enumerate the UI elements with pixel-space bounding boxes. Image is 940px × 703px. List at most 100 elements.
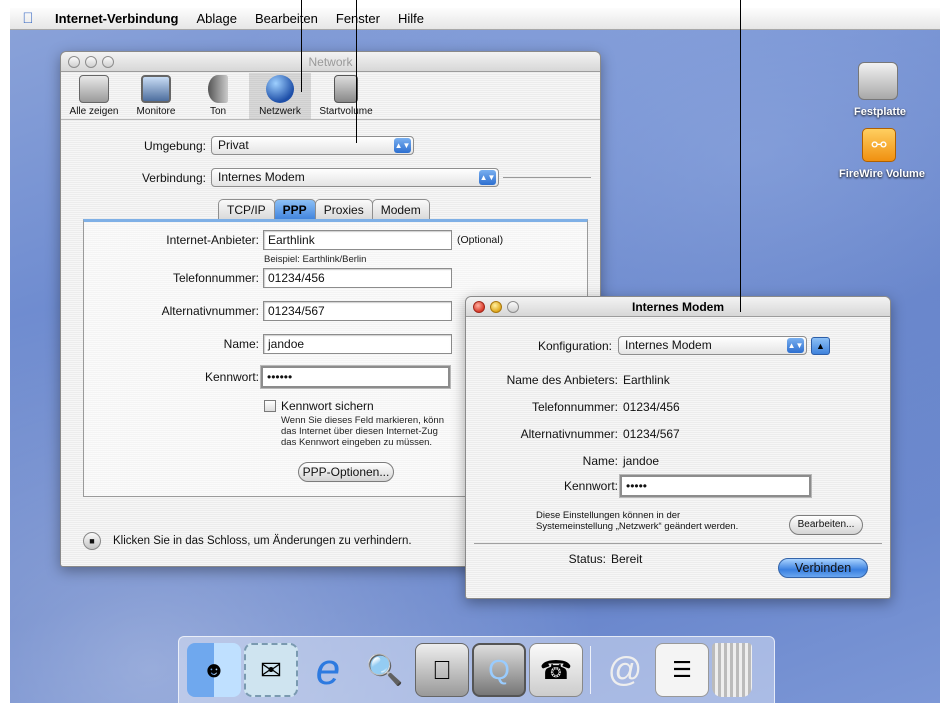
quicktime-icon[interactable]: Q — [472, 643, 526, 697]
provider-label: Internet-Anbieter: — [166, 233, 259, 247]
help-line: das Internet über diesen Internet-Zug — [281, 426, 438, 437]
ppp-options-button[interactable]: PPP-Optionen... — [298, 462, 394, 482]
tab-ppp[interactable]: PPP — [273, 199, 316, 220]
dock: ☻ ✉ e 🔍  Q ☎ @ ☰ — [178, 636, 775, 703]
sherlock-icon[interactable]: 🔍 — [358, 643, 412, 697]
modem-window-title: Internes Modem — [631, 300, 724, 314]
menu-bar:  Internet-Verbindung Ablage Bearbeiten … — [10, 8, 940, 30]
menu-bearbeiten[interactable]: Bearbeiten — [246, 11, 327, 26]
provider-example: Beispiel: Earthlink/Berlin — [264, 254, 367, 265]
note-line: Systemeinstellung „Netzwerk“ geändert we… — [536, 521, 739, 532]
finder-icon[interactable]: ☻ — [187, 643, 241, 697]
modem-provider-value: Earthlink — [623, 373, 670, 387]
apple-menu-icon[interactable]:  — [10, 10, 46, 27]
password-label: Kennwort: — [204, 370, 259, 384]
menu-ablage[interactable]: Ablage — [188, 11, 246, 26]
trash-icon[interactable] — [712, 643, 752, 697]
modem-phone-label: Telefonnummer: — [531, 400, 618, 414]
lock-text: Klicken Sie in das Schloss, um Änderunge… — [113, 535, 412, 547]
edit-button[interactable]: Bearbeiten... — [789, 515, 863, 535]
umgebung-select[interactable]: Privat ▲▼ — [211, 136, 414, 155]
internet-explorer-icon[interactable]: e — [301, 643, 355, 697]
phone-input[interactable]: 01234/456 — [263, 268, 452, 288]
popup-arrows-icon: ▲▼ — [394, 138, 411, 153]
callout-line — [740, 0, 741, 312]
show-all-icon — [79, 75, 109, 103]
verbindung-select[interactable]: Internes Modem ▲▼ — [211, 168, 499, 187]
speaker-icon — [208, 75, 228, 103]
system-preferences-icon[interactable]:  — [415, 643, 469, 697]
hard-disk-label: Festplatte — [854, 106, 906, 118]
modem-titlebar[interactable]: Internes Modem — [466, 297, 890, 317]
name-input[interactable]: jandoe — [263, 334, 452, 354]
modem-alt-label: Alternativnummer: — [520, 427, 618, 441]
mail-stamp-icon[interactable]: ✉ — [244, 643, 298, 697]
phone-label: Telefonnummer: — [172, 271, 259, 285]
password-input[interactable]: •••••• — [261, 366, 450, 388]
tab-tcpip[interactable]: TCP/IP — [218, 199, 275, 220]
document-icon[interactable]: ☰ — [655, 643, 709, 697]
monitor-icon — [141, 75, 171, 103]
tab-bar: TCP/IP PPP Proxies Modem — [218, 199, 430, 220]
verbindung-value: Internes Modem — [218, 170, 305, 184]
help-line: Wenn Sie dieses Feld markieren, könn — [281, 415, 444, 426]
minimize-button[interactable] — [85, 56, 97, 68]
modem-name-value: jandoe — [623, 454, 660, 468]
minimize-button[interactable] — [490, 301, 502, 313]
modem-note: Diese Einstellungen können in der System… — [536, 510, 738, 532]
collapse-button[interactable]: ▲ — [811, 336, 830, 355]
alt-number-input[interactable]: 01234/567 — [263, 301, 452, 321]
modem-password-input[interactable]: ••••• — [620, 475, 811, 497]
toolbar-label: Ton — [209, 106, 227, 117]
toolbar-monitors[interactable]: Monitore — [125, 73, 187, 119]
verbindung-label: Verbindung: — [141, 170, 206, 185]
tab-modem[interactable]: Modem — [371, 199, 430, 220]
lock-icon[interactable]: ■ — [83, 532, 101, 550]
name-label: Name: — [223, 337, 259, 351]
firewire-volume-icon[interactable]: ⚯ — [862, 128, 896, 162]
status-value: Bereit — [611, 552, 643, 566]
help-line: das Kennwort eingeben zu müssen. — [281, 437, 433, 448]
zoom-button[interactable] — [507, 301, 519, 313]
hard-disk-icon[interactable] — [858, 62, 898, 100]
toolbar-label: Netzwerk — [259, 106, 301, 117]
connect-button[interactable]: Verbinden — [778, 558, 868, 578]
save-password-label: Kennwort sichern — [281, 399, 374, 413]
toolbar-sound[interactable]: Ton — [187, 73, 249, 119]
modem-password-label: Kennwort: — [563, 479, 618, 493]
modem-alt-value: 01234/567 — [623, 427, 680, 441]
network-titlebar[interactable]: Network — [61, 52, 600, 72]
provider-input[interactable]: Earthlink — [263, 230, 452, 250]
url-at-icon[interactable]: @ — [598, 643, 652, 697]
globe-icon — [266, 75, 294, 103]
menu-hilfe[interactable]: Hilfe — [389, 11, 433, 26]
zoom-button[interactable] — [102, 56, 114, 68]
close-button[interactable] — [473, 301, 485, 313]
umgebung-value: Privat — [218, 138, 249, 152]
modem-provider-label: Name des Anbieters: — [506, 373, 618, 387]
firewire-volume-label: FireWire Volume — [839, 168, 925, 180]
internet-connect-icon[interactable]: ☎ — [529, 643, 583, 697]
separator-line — [503, 177, 591, 178]
menu-fenster[interactable]: Fenster — [327, 11, 389, 26]
provider-optional-label: (Optional) — [457, 234, 504, 246]
save-password-checkbox[interactable] — [264, 400, 276, 412]
config-value: Internes Modem — [625, 338, 712, 352]
toolbar-label: Monitore — [136, 106, 176, 117]
dock-separator — [590, 646, 591, 694]
toolbar-label: Alle zeigen — [69, 106, 119, 117]
toolbar-startup-disk[interactable]: Startvolume — [311, 73, 381, 119]
close-button[interactable] — [68, 56, 80, 68]
toolbar-label: Startvolume — [319, 106, 373, 117]
modem-window: Internes Modem Konfiguration: Internes M… — [465, 296, 891, 599]
config-select[interactable]: Internes Modem ▲▼ — [618, 336, 807, 355]
note-line: Diese Einstellungen können in der — [536, 510, 681, 521]
alt-number-label: Alternativnummer: — [161, 304, 259, 318]
status-label: Status: — [568, 552, 606, 566]
modem-phone-value: 01234/456 — [623, 400, 680, 414]
tab-proxies[interactable]: Proxies — [314, 199, 373, 220]
popup-arrows-icon: ▲▼ — [787, 338, 804, 353]
menu-app-name[interactable]: Internet-Verbindung — [46, 11, 188, 26]
callout-line — [301, 0, 302, 92]
toolbar-show-all[interactable]: Alle zeigen — [63, 73, 125, 119]
